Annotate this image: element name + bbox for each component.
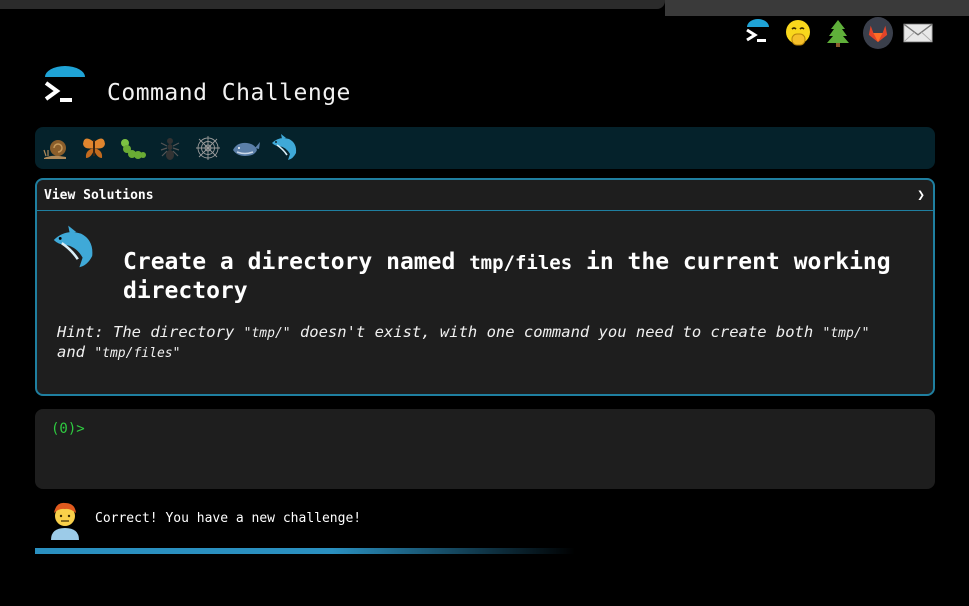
hint-text-3: and	[57, 343, 95, 361]
spider-web-icon[interactable]	[193, 133, 223, 163]
caterpillar-icon[interactable]	[117, 133, 147, 163]
gitlab-icon[interactable]	[863, 17, 893, 49]
browser-tab-strip	[0, 0, 665, 9]
whale-icon[interactable]	[231, 133, 261, 163]
hint-quote-2: "tmp/"	[822, 326, 870, 341]
snail-icon[interactable]	[41, 133, 71, 163]
tree-icon[interactable]	[823, 18, 853, 48]
dolphin-icon	[49, 224, 97, 272]
view-solutions-toggle[interactable]: View Solutions ❯	[37, 180, 933, 211]
challenge-hint: Hint: The directory "tmp/" doesn't exist…	[57, 323, 897, 363]
browser-toolbar-edge	[665, 0, 969, 16]
page-title: Command Challenge	[107, 80, 351, 106]
hint-quote-1: "tmp/"	[243, 326, 291, 341]
hand-over-mouth-emoji-icon[interactable]	[783, 18, 813, 48]
status-message: Correct! You have a new challenge!	[95, 511, 362, 526]
challenge-title-code: tmp/files	[469, 252, 573, 274]
butterfly-icon[interactable]	[79, 133, 109, 163]
chevron-right-icon: ❯	[917, 187, 925, 203]
hint-text-2: doesn't exist, with one command you need…	[290, 323, 823, 341]
terminal-input[interactable]: (0)>	[35, 409, 935, 489]
ant-icon[interactable]	[155, 133, 185, 163]
mail-icon[interactable]	[903, 18, 933, 48]
challenge-description: Create a directory named tmp/files in th…	[123, 248, 923, 305]
challenge-panel: View Solutions ❯ Create a directory name…	[35, 178, 935, 396]
terminal-logo-icon[interactable]	[743, 18, 773, 48]
top-icon-bar	[743, 17, 933, 49]
dolphin-icon[interactable]	[269, 133, 299, 163]
person-avatar-icon	[48, 500, 82, 540]
progress-bar-fill	[35, 548, 575, 554]
progress-bar	[35, 548, 575, 554]
view-solutions-label: View Solutions	[44, 187, 154, 203]
level-selector-bar	[35, 127, 935, 169]
hint-text-1: Hint: The directory	[57, 323, 244, 341]
hint-quote-3: "tmp/files"	[94, 346, 181, 361]
site-logo-icon[interactable]	[42, 66, 88, 108]
challenge-title-prefix: Create a directory named	[123, 249, 470, 275]
terminal-prompt: (0)>	[51, 421, 85, 437]
